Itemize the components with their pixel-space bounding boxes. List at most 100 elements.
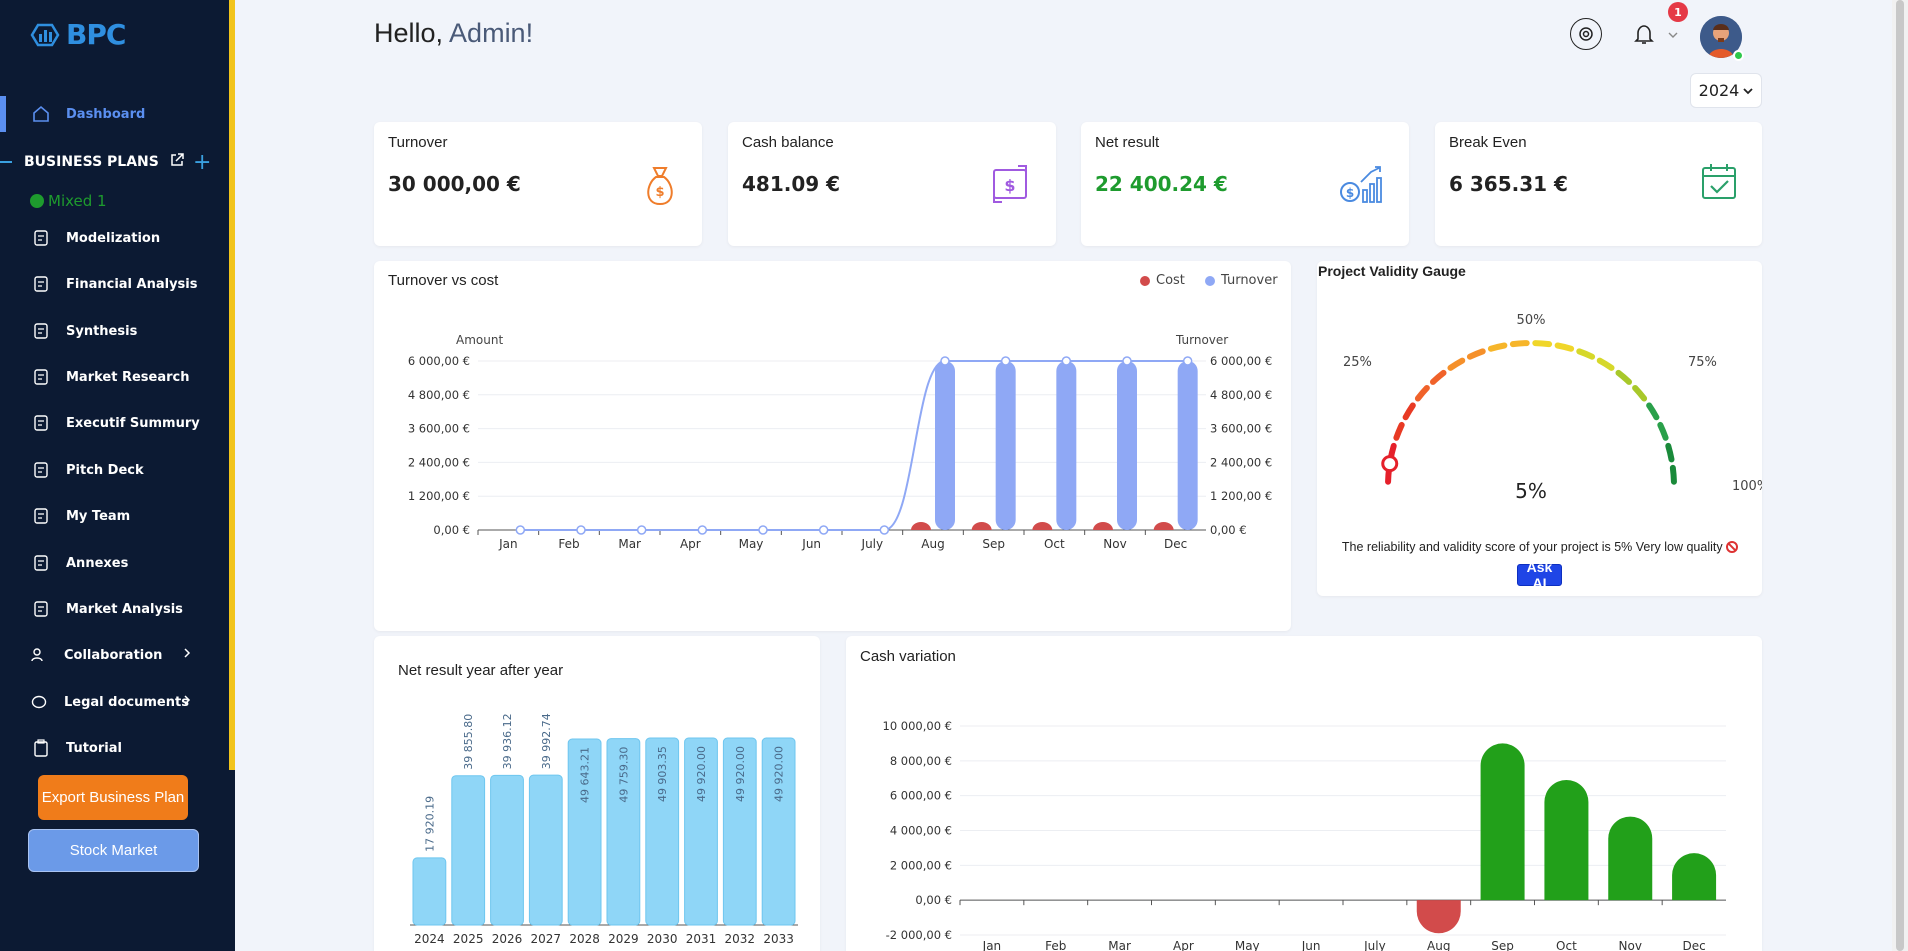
- home-icon: [30, 103, 52, 125]
- chevron-down-icon[interactable]: [1666, 28, 1680, 42]
- y2-tick-label: 2 400,00 €: [1210, 455, 1272, 469]
- presentation-icon: [30, 459, 52, 481]
- gauge-message-text: The reliability and validity score of yo…: [1341, 540, 1723, 554]
- sidebar-item-executif-summury[interactable]: Executif Summury: [0, 405, 229, 441]
- kpi-card-break-even: Break Even 6 365.31 €: [1435, 122, 1762, 246]
- y-tick-label: 1 200,00 €: [408, 489, 470, 503]
- gauge-segment: [1414, 384, 1430, 402]
- sidebar-item-financial-analysis[interactable]: Financial Analysis: [0, 266, 229, 302]
- page-scrollbar-thumb[interactable]: [1896, 0, 1904, 951]
- sidebar-item-market-analysis[interactable]: Market Analysis: [0, 591, 229, 627]
- project-selector[interactable]: Mixed 1: [30, 192, 107, 210]
- support-icon[interactable]: [1570, 18, 1602, 50]
- sidebar-item-label: Annexes: [66, 555, 129, 571]
- line-point: [576, 525, 586, 535]
- stock-market-button[interactable]: Stock Market: [28, 829, 199, 872]
- gauge-segment: [1447, 357, 1466, 371]
- x-tick-label: 2028: [569, 932, 600, 946]
- kpi-card-turnover: Turnover 30 000,00 € $: [374, 122, 702, 246]
- sidebar-item-collaboration[interactable]: Collaboration: [0, 637, 229, 673]
- kpi-title: Cash balance: [742, 134, 834, 151]
- line-point: [697, 525, 708, 535]
- sidebar-item-synthesis[interactable]: Synthesis: [0, 313, 229, 349]
- x-tick-label: Apr: [680, 537, 701, 551]
- export-business-plan-button[interactable]: Export Business Plan: [38, 775, 188, 820]
- data-label: 49 920.00: [734, 746, 747, 802]
- clipboard-icon: [30, 598, 52, 620]
- gauge-segment: [1657, 421, 1669, 441]
- gauge-segment: [1669, 464, 1677, 485]
- x-tick-label: 2027: [531, 932, 562, 946]
- line-point: [1061, 356, 1072, 366]
- add-plan-icon[interactable]: +: [193, 150, 211, 175]
- x-tick-label: Dec: [1164, 537, 1187, 551]
- sidebar-item-label: Executif Summury: [66, 415, 200, 431]
- bar-turnover: [1056, 361, 1077, 530]
- external-link-icon[interactable]: [169, 152, 185, 172]
- svg-text:$: $: [1004, 176, 1015, 195]
- gauge-segment: [1665, 442, 1675, 463]
- bell-icon[interactable]: [1630, 20, 1658, 48]
- svg-text:$: $: [655, 185, 664, 200]
- money-bag-icon: $: [642, 164, 678, 212]
- gauge-tick-label: 75%: [1688, 355, 1717, 370]
- sidebar-item-annexes[interactable]: Annexes: [0, 545, 229, 581]
- flag-icon: [30, 320, 52, 342]
- sidebar-item-label: Collaboration: [64, 647, 163, 663]
- x-tick-label: 2030: [647, 932, 678, 946]
- chevron-right-icon: [183, 647, 191, 663]
- sidebar-item-my-team[interactable]: My Team: [0, 498, 229, 534]
- sidebar-scroll-indicator: [229, 0, 235, 770]
- y-tick-label: 2 000,00 €: [890, 858, 952, 872]
- sidebar-item-legal-documents[interactable]: Legal documents: [0, 684, 229, 720]
- clipboard-icon: [30, 552, 52, 574]
- y2-tick-label: 1 200,00 €: [1210, 489, 1272, 503]
- y-axis-label: Amount: [456, 333, 503, 347]
- sidebar-item-tutorial[interactable]: Tutorial: [0, 730, 229, 766]
- sidebar-item-label: Modelization: [66, 230, 161, 246]
- line-point: [879, 525, 890, 535]
- sidebar-item-market-research[interactable]: Market Research: [0, 359, 229, 395]
- kpi-card-net-result: Net result 22 400.24 € $: [1081, 122, 1409, 246]
- app-logo[interactable]: BPC: [30, 18, 126, 51]
- data-label: 49 920.00: [773, 746, 786, 802]
- kpi-title: Turnover: [388, 134, 448, 151]
- gauge-segment: [1429, 369, 1447, 385]
- line-point: [515, 525, 526, 535]
- logo-text: BPC: [66, 18, 126, 51]
- bar-positive: [1480, 743, 1525, 901]
- data-label: 49 643.21: [579, 747, 592, 803]
- line-point: [636, 525, 647, 535]
- calendar-check-icon: [1700, 162, 1738, 206]
- kpi-value: 481.09 €: [742, 172, 841, 196]
- users-icon: [30, 505, 52, 527]
- sidebar-item-dashboard[interactable]: Dashboard: [0, 96, 229, 132]
- x-tick-label: Oct: [1044, 537, 1065, 551]
- clipboard-icon: [30, 737, 52, 759]
- sidebar-item-label: Market Analysis: [66, 601, 183, 617]
- kpi-value: 6 365.31 €: [1449, 172, 1568, 196]
- chat-icon: [28, 691, 50, 713]
- data-label: 39 936.12: [501, 713, 514, 769]
- gauge-segment: [1532, 340, 1553, 348]
- divider: [0, 161, 12, 163]
- line-point: [940, 356, 950, 366]
- x-tick-label: 2026: [492, 932, 523, 946]
- logo-icon: [30, 23, 60, 46]
- x-tick-label: 2031: [686, 932, 717, 946]
- sidebar-item-label: Pitch Deck: [66, 462, 144, 478]
- sidebar-item-pitch-deck[interactable]: Pitch Deck: [0, 452, 229, 488]
- y2-axis-label: Turnover: [1175, 333, 1228, 347]
- y-tick-label: -2 000,00 €: [886, 928, 952, 942]
- sidebar-item-label: My Team: [66, 508, 131, 524]
- sidebar-item-modelization[interactable]: Modelization: [0, 220, 229, 256]
- sidebar-item-label: Dashboard: [66, 106, 146, 122]
- chevron-down-icon: [1743, 87, 1753, 94]
- x-tick-label: 2032: [725, 932, 756, 946]
- data-label: 49 920.00: [695, 746, 708, 802]
- year-select[interactable]: 2024: [1690, 73, 1762, 108]
- ask-ai-button[interactable]: Ask AI: [1517, 559, 1562, 591]
- gauge-segment: [1393, 421, 1405, 441]
- x-tick-label: May: [739, 537, 764, 551]
- line-point: [818, 525, 829, 535]
